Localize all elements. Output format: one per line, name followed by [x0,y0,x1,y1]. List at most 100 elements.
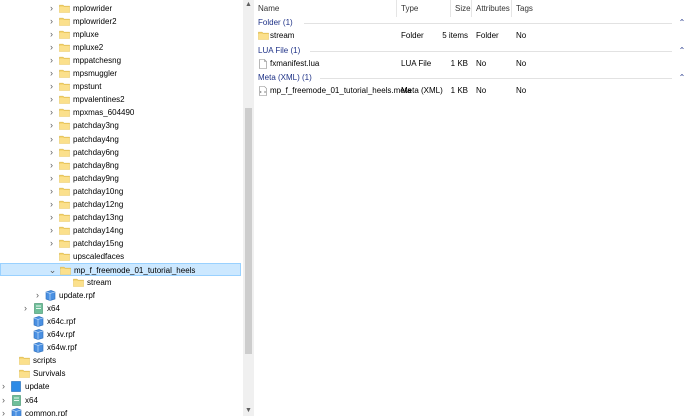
chevron-right-icon[interactable]: › [0,394,8,407]
group-header[interactable]: LUA File (1) [258,45,300,57]
rpf-archive-icon [11,408,22,416]
xml-document-icon [258,86,268,96]
tree-item[interactable]: › mppatchesng [0,54,241,67]
chevron-right-icon[interactable]: › [47,185,56,198]
chevron-right-icon[interactable]: › [47,80,56,93]
folder-icon [59,30,70,39]
tree-item[interactable]: › common.rpf [0,407,241,416]
tree-item-label: upscaledfaces [73,252,125,261]
tree-item[interactable]: stream [0,276,241,289]
tree-item[interactable]: › patchday8ng [0,159,241,172]
file-attributes: No [476,86,487,95]
column-header-name[interactable]: Name [254,0,397,17]
chevron-right-icon[interactable]: › [47,28,56,41]
tree-item[interactable]: › mpstunt [0,80,241,93]
tree-item[interactable]: › update [0,380,241,393]
chevron-right-icon[interactable]: › [0,380,8,393]
chevron-right-icon[interactable]: › [47,41,56,54]
chevron-right-icon[interactable]: › [47,133,56,146]
tree-item[interactable]: › patchday14ng [0,224,241,237]
chevron-right-icon[interactable]: › [47,172,56,185]
column-header-tags[interactable]: Tags [512,0,552,17]
column-header-attributes[interactable]: Attributes [472,0,512,17]
chevron-up-icon[interactable]: ⌃ [677,45,687,57]
tree-item-label: update.rpf [59,291,96,300]
file-row[interactable]: mp_f_freemode_01_tutorial_heels.meta Meta… [254,84,690,98]
file-row[interactable]: fxmanifest.lua LUA File 1 KB No No [254,57,690,71]
file-attributes: No [476,59,487,68]
tree-item[interactable]: › patchday13ng [0,211,241,224]
tree-item[interactable]: › mpluxe2 [0,41,241,54]
tree-item-label: patchday4ng [73,135,119,144]
tree-item[interactable]: › patchday15ng [0,237,241,250]
chevron-right-icon[interactable]: › [47,93,56,106]
chevron-up-icon[interactable]: ⌃ [677,17,687,29]
folder-icon [60,266,71,275]
tree-item-label: patchday15ng [73,239,124,248]
file-name: mp_f_freemode_01_tutorial_heels.meta [270,86,412,95]
tree-item[interactable]: › mpsmuggler [0,67,241,80]
navigation-tree[interactable]: › mplowrider › mplowrider2 › mpluxe › mpluxe2 › m… [0,0,243,416]
chevron-up-icon[interactable]: ⌃ [677,72,687,84]
tree-item[interactable]: › x64 [0,302,241,315]
tree-item[interactable]: › mplowrider [0,2,241,15]
tree-item[interactable]: › patchday9ng [0,172,241,185]
tree-item-label: update [25,382,50,391]
chevron-right-icon[interactable]: › [47,159,56,172]
chevron-right-icon[interactable]: › [47,67,56,80]
chevron-right-icon[interactable]: › [47,54,56,67]
tree-item[interactable]: › update.rpf [0,289,241,302]
folder-icon [59,213,70,222]
chevron-right-icon[interactable]: › [47,224,56,237]
tree-item[interactable]: › patchday3ng [0,119,241,132]
tree-item[interactable]: x64c.rpf [0,315,241,328]
scroll-down-icon[interactable]: ▼ [243,406,254,416]
tree-item[interactable]: Survivals [0,367,241,380]
rpf-archive-icon [45,290,56,301]
chevron-right-icon[interactable]: › [47,119,56,132]
chevron-right-icon[interactable]: › [47,2,56,15]
tree-item[interactable]: ⌄ mp_f_freemode_01_tutorial_heels [0,263,241,276]
chevron-right-icon[interactable]: › [21,302,30,315]
chevron-right-icon[interactable]: › [47,15,56,28]
folder-icon [59,4,70,13]
tree-item[interactable]: › mpvalentines2 [0,93,241,106]
tree-item[interactable]: › mplowrider2 [0,15,241,28]
chevron-right-icon[interactable]: › [47,237,56,250]
tree-item-label: Survivals [33,369,66,378]
tree-item-label: x64c.rpf [47,317,76,326]
scroll-up-icon[interactable]: ▲ [243,0,254,10]
tree-item-label: mpvalentines2 [73,95,125,104]
chevron-right-icon[interactable]: › [47,198,56,211]
chevron-right-icon[interactable]: › [47,211,56,224]
chevron-right-icon[interactable]: › [47,106,56,119]
tree-item[interactable]: › x64 [0,394,241,407]
chevron-right-icon[interactable]: › [33,289,42,302]
tree-item[interactable]: x64w.rpf [0,341,241,354]
tree-item[interactable]: › patchday4ng [0,133,241,146]
column-header-type[interactable]: Type [397,0,451,17]
tree-item[interactable]: › patchday6ng [0,146,241,159]
chevron-right-icon[interactable]: › [47,146,56,159]
tree-item[interactable]: scripts [0,354,241,367]
file-row[interactable]: stream Folder 5 items Folder No [254,29,690,43]
file-tags: No [516,31,527,40]
tree-item[interactable]: › mpluxe [0,28,241,41]
tree-scrollbar[interactable]: ▲ ▼ [243,0,254,416]
group-header[interactable]: Folder (1) [258,17,293,29]
scroll-thumb[interactable] [245,108,252,354]
tree-item[interactable]: › patchday10ng [0,185,241,198]
tree-item-label: mplowrider [73,4,113,13]
file-list-pane[interactable]: Name Type Size Attributes Tags Folder (1… [254,0,690,416]
chevron-right-icon[interactable]: › [0,407,8,416]
group-header[interactable]: Meta (XML) (1) [258,72,312,84]
tree-item[interactable]: › mpxmas_604490 [0,106,241,119]
tree-item[interactable]: x64v.rpf [0,328,241,341]
tree-item-label: common.rpf [25,409,68,416]
folder-icon [59,69,70,78]
tree-item[interactable]: › patchday12ng [0,198,241,211]
tree-item[interactable]: upscaledfaces [0,250,241,263]
tree-item-label: mpluxe [73,30,99,39]
tree-item-label: mpsmuggler [73,69,118,78]
column-header-size[interactable]: Size [451,0,472,17]
